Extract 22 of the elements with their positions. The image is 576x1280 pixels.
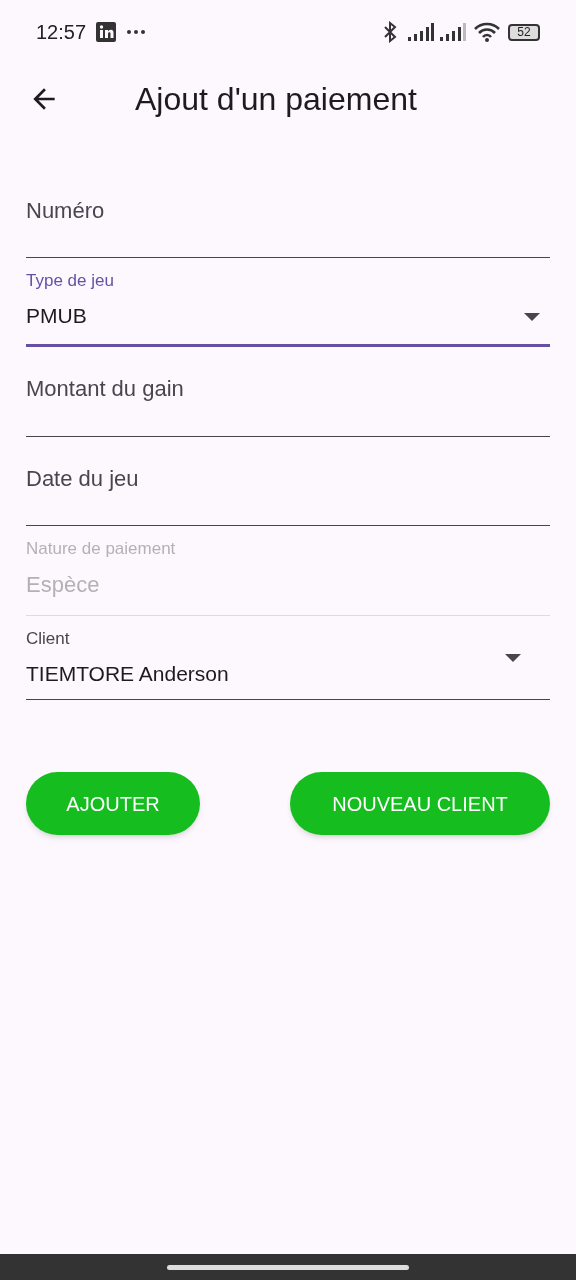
more-icon — [126, 29, 147, 35]
field-value: TIEMTORE Anderson — [26, 661, 229, 687]
page-title: Ajout d'un paiement — [135, 80, 417, 119]
dropdown-field[interactable]: Client TIEMTORE Anderson — [26, 616, 550, 700]
battery-indicator: 52 — [508, 23, 540, 41]
signal-icon — [408, 23, 434, 41]
dropdown-arrow-icon — [524, 313, 540, 321]
field-label: Client — [26, 628, 70, 650]
field-value: PMUB — [26, 303, 87, 329]
wifi-icon — [474, 22, 500, 42]
field-label: Nature de paiement — [26, 538, 176, 560]
signal-icon — [440, 23, 466, 41]
input-field[interactable]: Numéro — [26, 170, 550, 258]
input-field[interactable]: Montant du gain — [26, 347, 550, 437]
field-label: Type de jeu — [26, 270, 114, 292]
field-value: Espèce — [26, 571, 100, 599]
status-time: 12:57 — [36, 20, 87, 45]
dropdown-arrow-icon — [505, 654, 521, 662]
dropdown-field[interactable]: Type de jeu PMUB — [26, 258, 550, 347]
home-indicator[interactable] — [167, 1264, 409, 1270]
input-field[interactable]: Date du jeu — [26, 437, 550, 526]
linkedin-icon — [96, 22, 117, 42]
